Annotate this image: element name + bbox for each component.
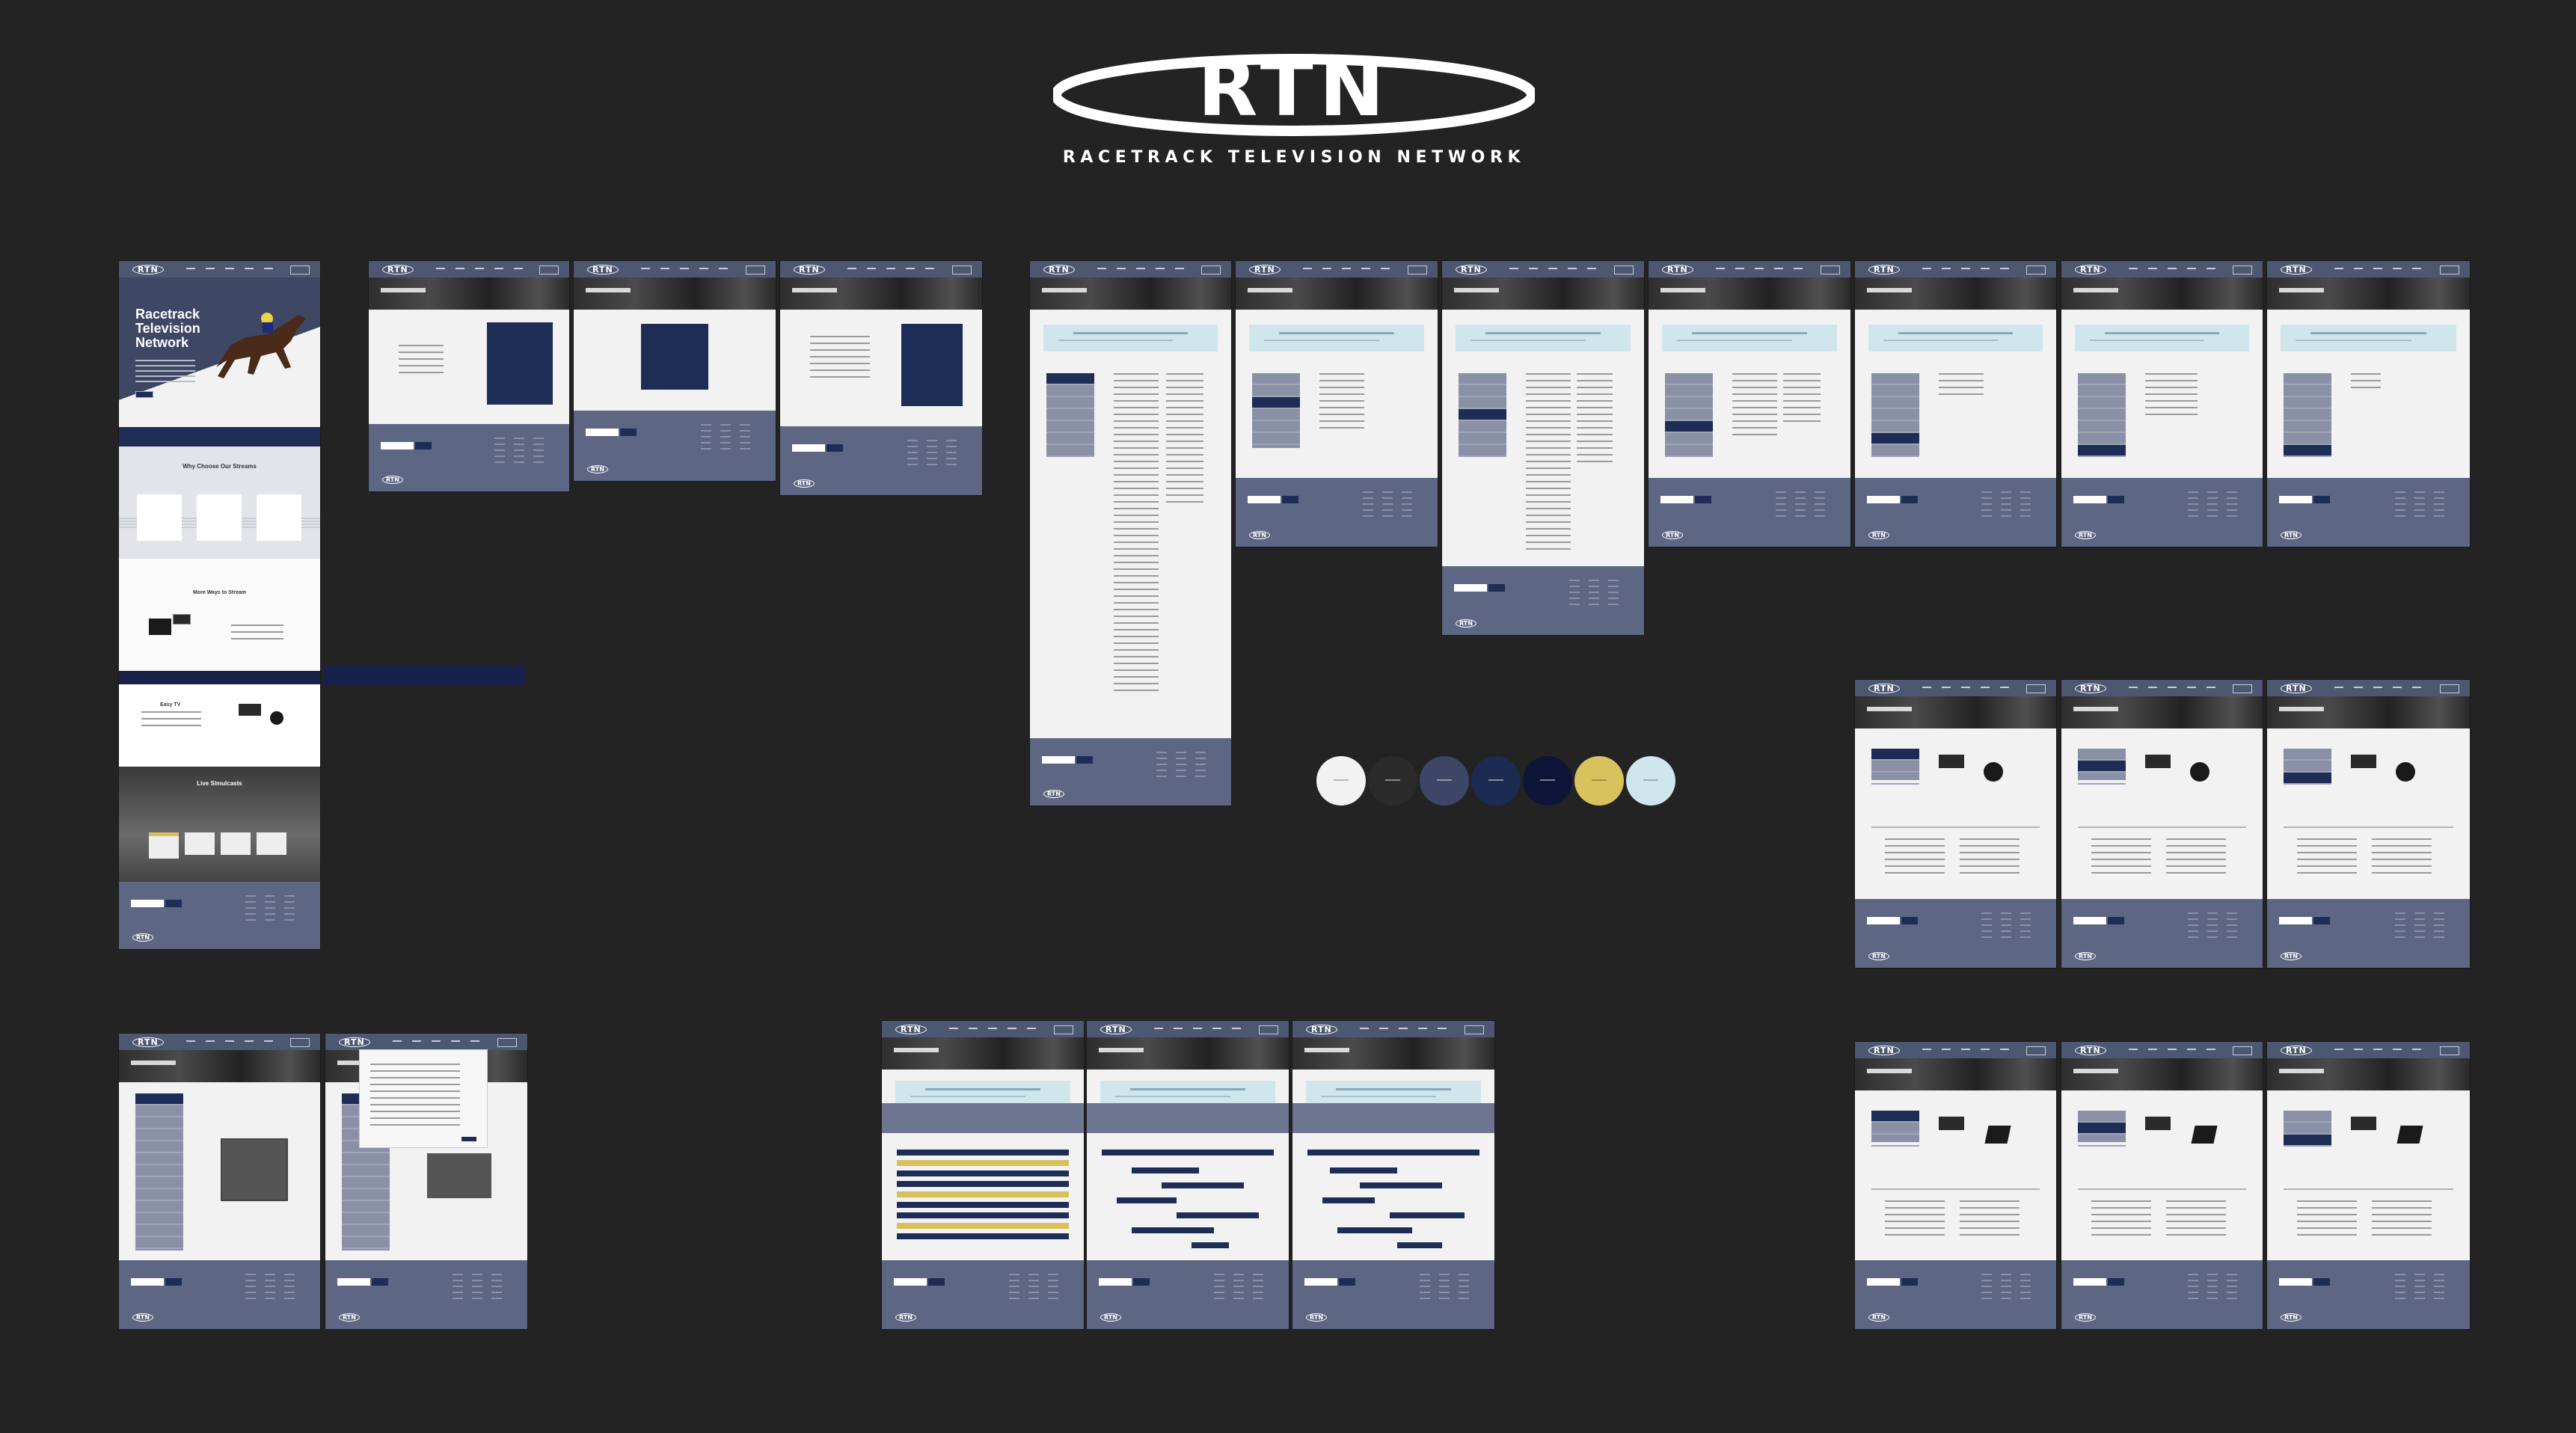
nav-button[interactable] <box>290 266 310 274</box>
device-page-3: RTN RTN <box>2267 680 2470 968</box>
nav-logo: RTN <box>132 265 164 274</box>
feature-card-1 <box>137 494 182 541</box>
schedule-page-1: RTN RTN <box>882 1021 1084 1329</box>
feature-card-2 <box>197 494 242 541</box>
palette-swatch-gold <box>1574 756 1624 806</box>
palette-swatch-slate <box>1420 756 1469 806</box>
palette-swatch-charcoal <box>1368 756 1417 806</box>
schedule-page-2: RTN RTN <box>1087 1021 1289 1329</box>
package-modal[interactable] <box>360 1050 487 1147</box>
palette-swatch-navy <box>1471 756 1521 806</box>
hero-cta[interactable] <box>135 391 153 398</box>
login-page-mockup: RTN RTN <box>369 261 569 491</box>
programs-page-2: RTN RTN <box>1236 261 1438 547</box>
easy-puck-image <box>270 711 283 725</box>
rtn-logo: RTN RACETRACK TELEVISION NETWORK <box>1053 48 1535 175</box>
hero-title-line1: Racetrack <box>135 307 200 322</box>
why-section: Why Choose Our Streams <box>119 447 320 559</box>
device-page-1: RTN RTN <box>1855 680 2056 968</box>
schedule-page-3: RTN RTN <box>1292 1021 1494 1329</box>
more-ways-section: More Ways to Stream <box>119 559 320 671</box>
device-page-6: RTN RTN <box>2267 1042 2470 1329</box>
easy-text <box>141 711 201 726</box>
package-card <box>427 1153 491 1198</box>
program-list-col1 <box>1114 373 1159 695</box>
info-banner <box>1043 325 1218 352</box>
hero-title-line2: Television <box>135 321 200 336</box>
promo-banner <box>119 671 320 684</box>
nav-bar: RTN <box>119 261 320 277</box>
package-card[interactable] <box>221 1138 288 1201</box>
programs-page-5: RTN RTN <box>1855 261 2056 547</box>
easy-tv-section: Easy TV <box>119 684 320 767</box>
programs-page-long: RTN RTN <box>1030 261 1231 806</box>
device-puck <box>1984 762 2003 782</box>
program-list-col2 <box>1166 373 1203 508</box>
welcome-text <box>810 336 870 381</box>
promo-banner-wide <box>324 665 526 686</box>
live-card-3 <box>221 832 251 855</box>
signup-page-mockup: RTN RTN <box>574 261 776 481</box>
programs-page-7: RTN RTN <box>2267 261 2470 547</box>
palette-swatch-ice <box>1626 756 1675 806</box>
more-ways-heading: More Ways to Stream <box>193 590 246 595</box>
live-heading: Live Simulcasts <box>197 780 242 787</box>
login-info-text <box>399 345 444 375</box>
programs-page-4: RTN RTN <box>1649 261 1850 547</box>
packages-page-1: RTN RTN <box>119 1034 320 1329</box>
tv-device-image <box>149 619 171 635</box>
welcome-form-card[interactable] <box>901 324 963 406</box>
hero-title: Racetrack Television Network <box>135 307 200 350</box>
schedule-filter-bar[interactable] <box>882 1103 1084 1133</box>
packages-page-modal: RTN RTN <box>325 1034 527 1329</box>
palette-swatch-white <box>1316 756 1366 806</box>
device-box <box>2351 755 2376 768</box>
hero-text <box>135 360 195 382</box>
logo-wordmark: RTN <box>1197 48 1390 134</box>
nav-links <box>186 268 283 269</box>
easy-box-image <box>239 704 261 716</box>
programs-page-3: RTN RTN <box>1442 261 1644 635</box>
hero-title-line3: Network <box>135 335 189 350</box>
page-footer: RTN <box>119 882 320 949</box>
palette-swatch-midnight <box>1523 756 1572 806</box>
program-sidebar[interactable] <box>1046 373 1094 457</box>
logo-tagline: RACETRACK TELEVISION NETWORK <box>1062 148 1526 167</box>
device-page-5: RTN RTN <box>2061 1042 2263 1329</box>
why-heading: Why Choose Our Streams <box>183 463 257 470</box>
signup-form-card[interactable] <box>641 324 708 390</box>
rtn-box-image <box>173 614 191 625</box>
device-puck <box>2190 762 2209 782</box>
live-card-2 <box>185 832 215 855</box>
home-hero-strip <box>119 427 320 447</box>
device-puck <box>2396 762 2415 782</box>
programs-page-6: RTN RTN <box>2061 261 2263 547</box>
device-box <box>1939 755 1964 768</box>
rtn-logo-mark: RTN <box>1053 48 1535 136</box>
login-form-card[interactable] <box>487 322 553 405</box>
feature-card-3 <box>257 494 301 541</box>
home-hero: Racetrack Television Network <box>119 277 320 427</box>
live-card-1 <box>149 832 179 859</box>
device-box <box>2145 755 2171 768</box>
welcome-page-mockup: RTN RTN <box>780 261 982 495</box>
device-page-2: RTN RTN <box>2061 680 2263 968</box>
live-card-4 <box>257 832 286 855</box>
more-ways-text <box>231 625 283 644</box>
device-page-4: RTN RTN <box>1855 1042 2056 1329</box>
easy-heading: Easy TV <box>160 702 181 708</box>
live-section: Live Simulcasts <box>119 767 320 882</box>
home-page-mockup: RTN Racetrack Television Network Why Cho… <box>119 261 320 949</box>
racehorse-image <box>216 313 306 378</box>
